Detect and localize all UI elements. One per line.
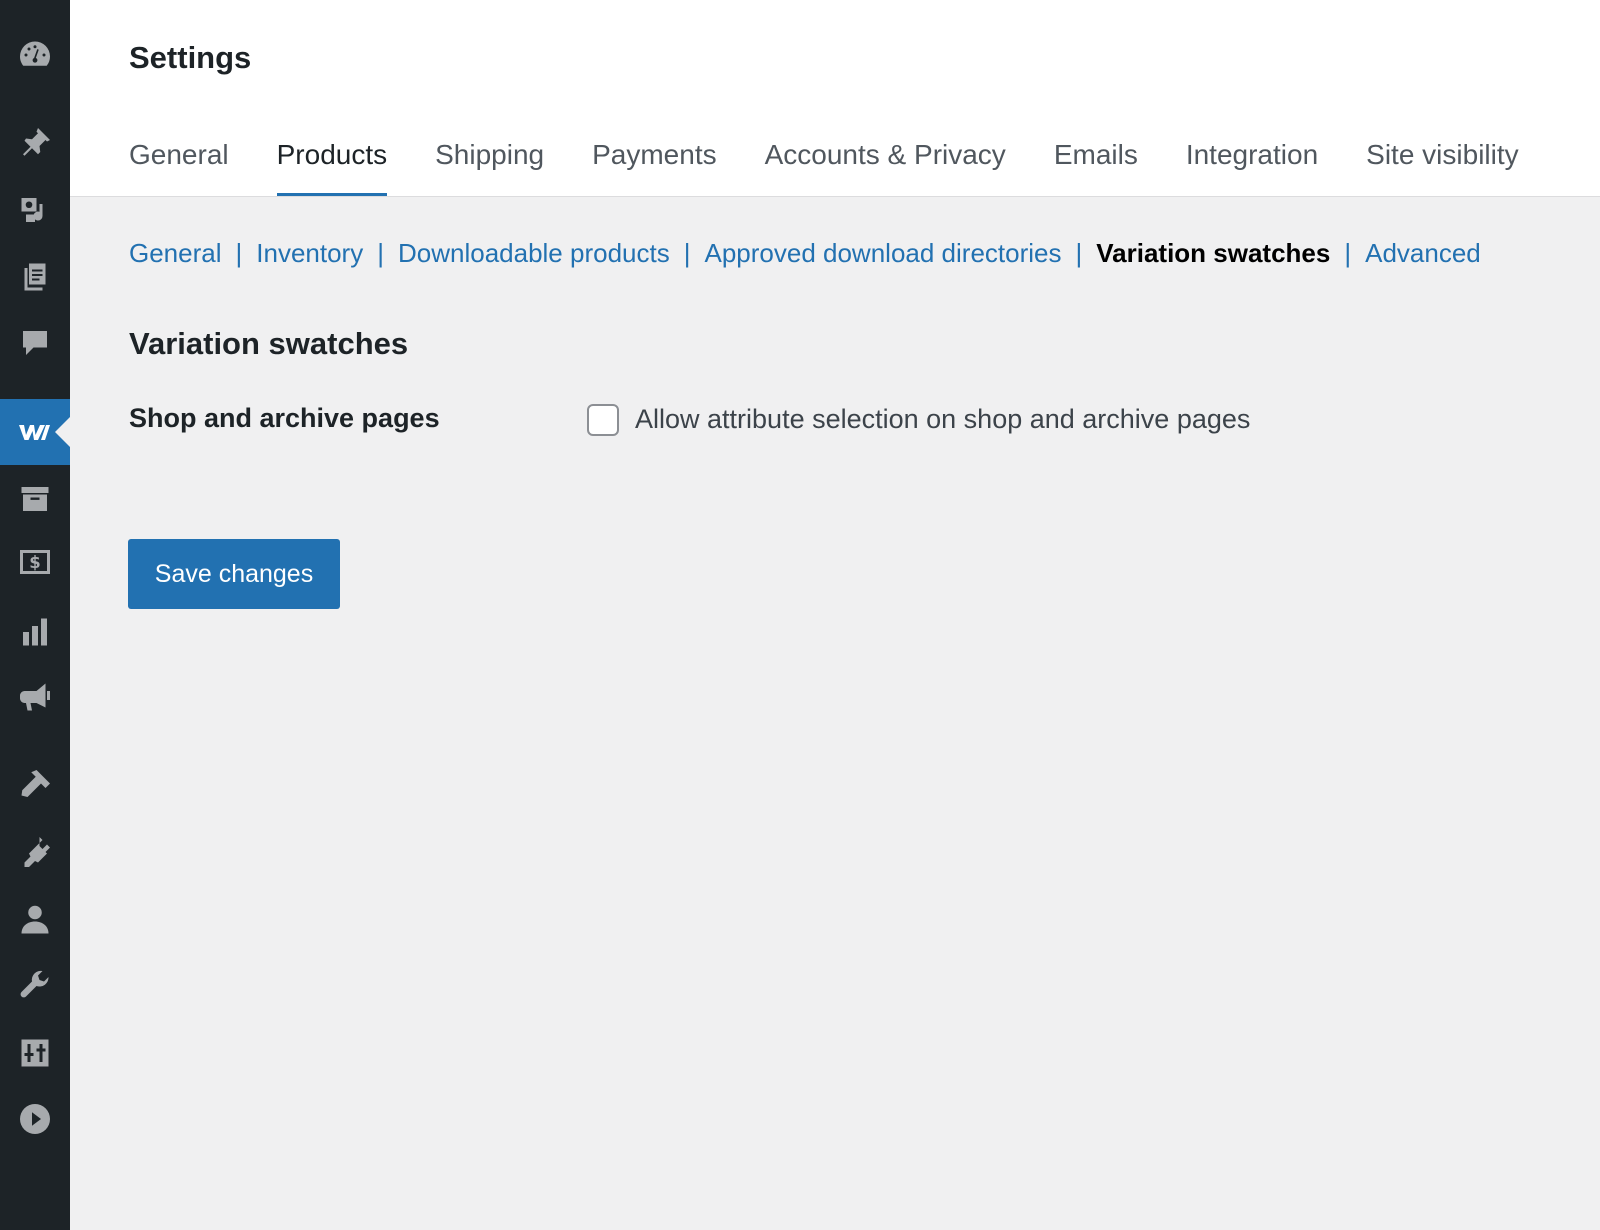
- marketing-icon[interactable]: [0, 664, 70, 730]
- subnav-separator: |: [377, 238, 384, 268]
- allow-attribute-selection-checkbox[interactable]: [587, 404, 619, 436]
- woocommerce-icon[interactable]: [0, 399, 70, 465]
- analytics-icon[interactable]: [0, 599, 70, 665]
- svg-text:$: $: [29, 553, 40, 572]
- settings-tabs: General Products Shipping Payments Accou…: [129, 138, 1567, 196]
- product-subnav: General | Inventory | Downloadable products |…: [129, 238, 1481, 269]
- shop-archive-field-label: Shop and archive pages: [129, 403, 440, 433]
- subnav-approved-download-directories[interactable]: Approved download directories: [704, 238, 1061, 268]
- users-icon[interactable]: [0, 887, 70, 953]
- payments-icon[interactable]: $: [0, 529, 70, 595]
- subnav-separator: |: [1344, 238, 1352, 268]
- subnav-separator: |: [1075, 238, 1083, 268]
- play-icon[interactable]: [0, 1086, 70, 1152]
- pin-icon[interactable]: [0, 110, 70, 176]
- allow-attribute-selection-label[interactable]: Allow attribute selection on shop and ar…: [635, 404, 1250, 435]
- section-title: Variation swatches: [129, 326, 409, 361]
- appearance-icon[interactable]: [0, 752, 70, 818]
- admin-sidebar: $: [0, 0, 70, 1230]
- tab-integration[interactable]: Integration: [1186, 138, 1318, 196]
- comments-icon[interactable]: [0, 310, 70, 376]
- subnav-downloadable-products[interactable]: Downloadable products: [398, 238, 670, 268]
- subnav-variation-swatches: Variation swatches: [1096, 238, 1331, 268]
- tab-shipping[interactable]: Shipping: [435, 138, 544, 196]
- pages-icon[interactable]: [0, 244, 70, 310]
- save-changes-button[interactable]: Save changes: [128, 539, 340, 609]
- subnav-advanced[interactable]: Advanced: [1365, 238, 1481, 268]
- tab-payments[interactable]: Payments: [592, 138, 717, 196]
- tab-site-visibility[interactable]: Site visibility: [1366, 138, 1518, 196]
- plugins-icon[interactable]: [0, 819, 70, 885]
- settings-icon[interactable]: [0, 1020, 70, 1086]
- settings-header: Settings General Products Shipping Payme…: [70, 0, 1600, 197]
- dashboard-icon[interactable]: [0, 22, 70, 88]
- page-title: Settings: [129, 40, 252, 75]
- subnav-general[interactable]: General: [129, 238, 222, 268]
- subnav-separator: |: [235, 238, 243, 268]
- tab-products[interactable]: Products: [276, 138, 387, 196]
- tab-emails[interactable]: Emails: [1054, 138, 1138, 196]
- tools-icon[interactable]: [0, 953, 70, 1019]
- subnav-separator: |: [683, 238, 691, 268]
- tab-general[interactable]: General: [129, 138, 229, 196]
- tab-accounts-privacy[interactable]: Accounts & Privacy: [765, 138, 1006, 196]
- subnav-inventory[interactable]: Inventory: [256, 238, 363, 268]
- media-icon[interactable]: [0, 177, 70, 243]
- products-icon[interactable]: [0, 466, 70, 532]
